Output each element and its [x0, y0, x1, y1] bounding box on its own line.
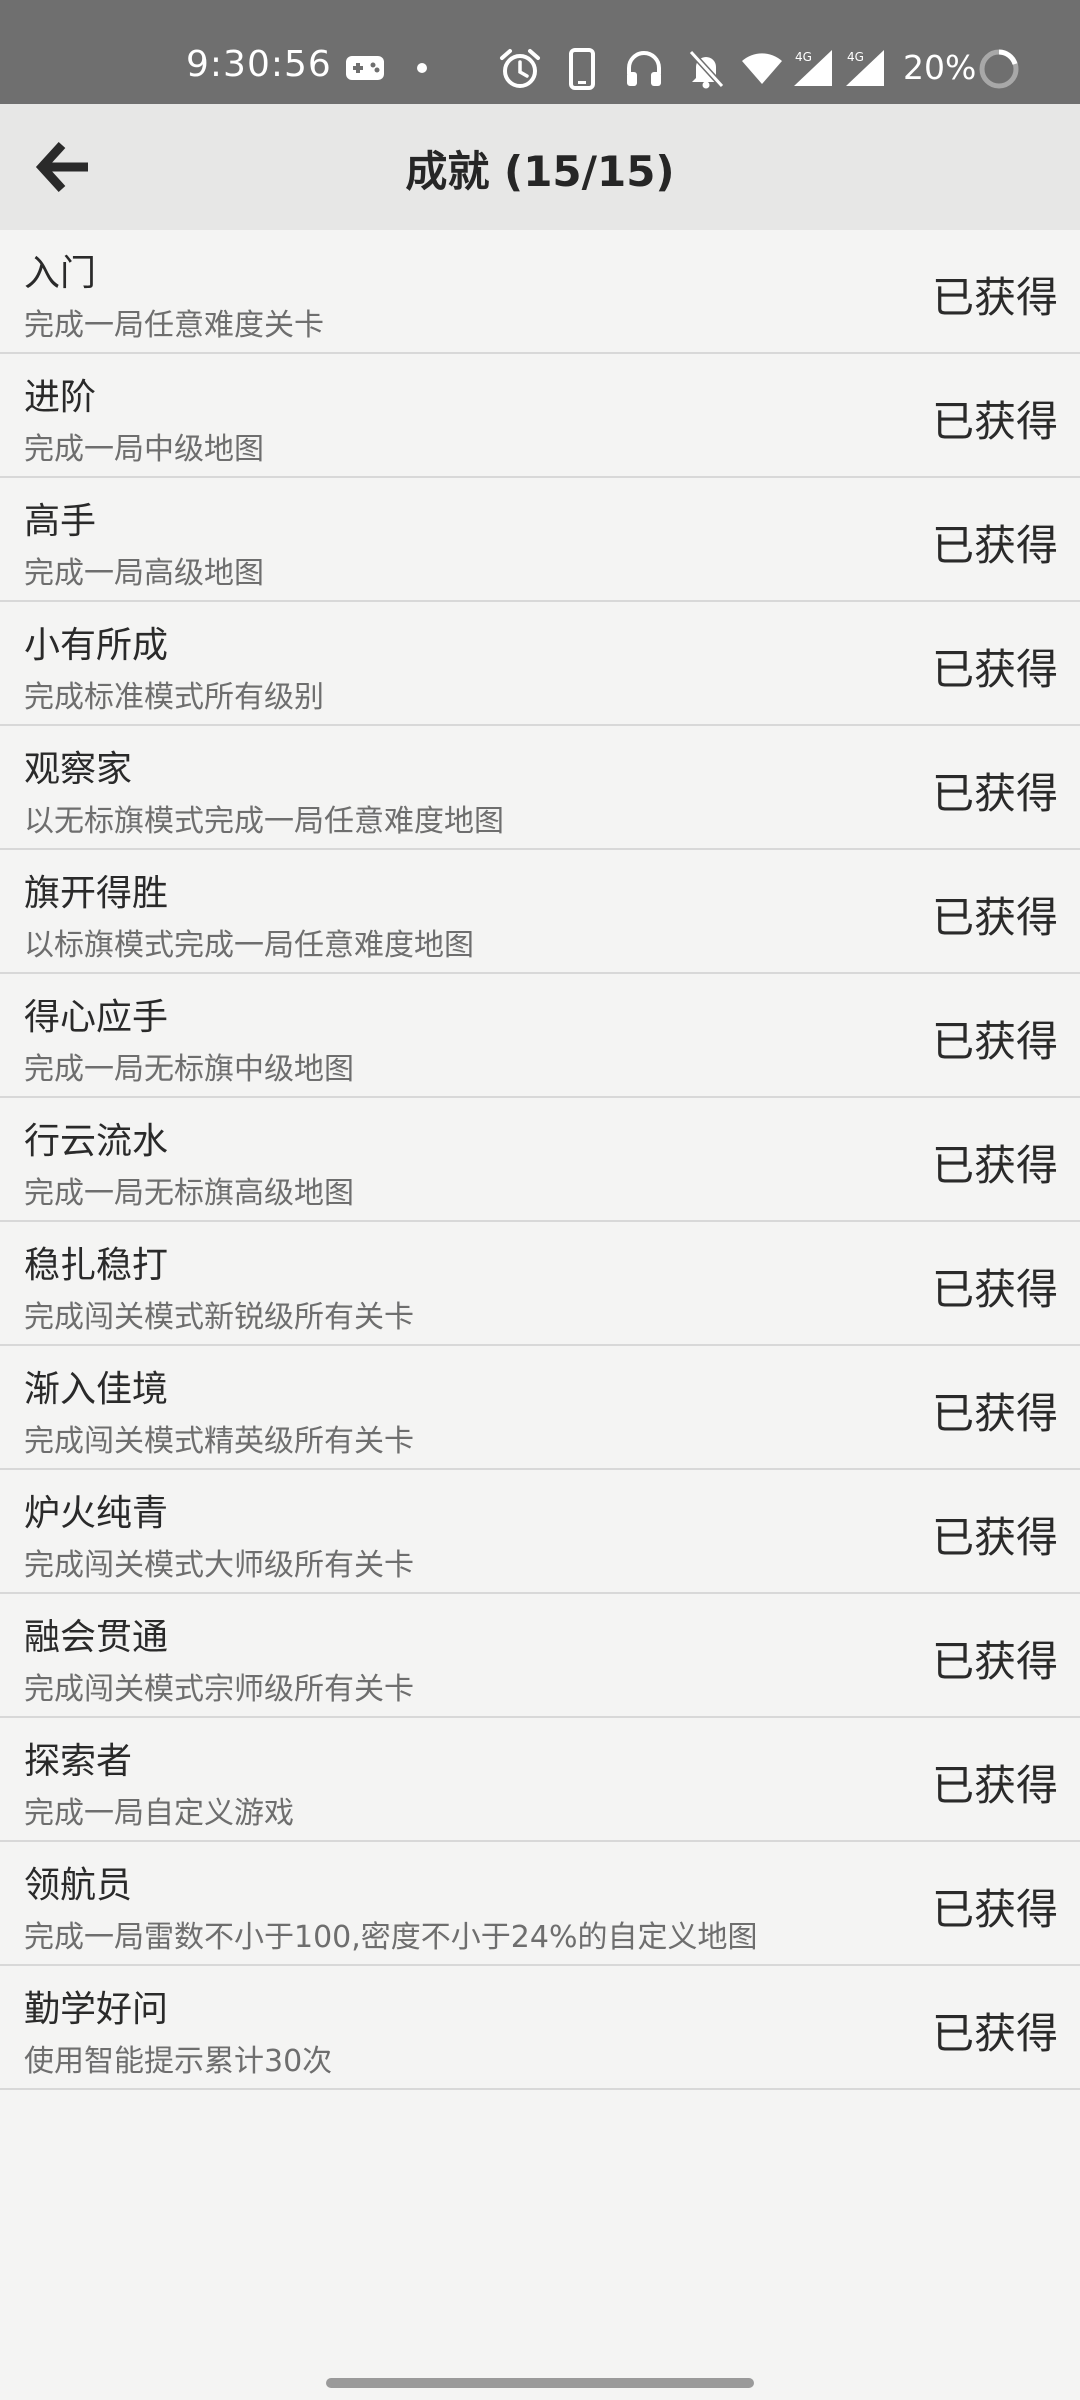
status-time: 9:30:56 — [186, 44, 332, 85]
signal-icon: 4G — [794, 50, 832, 86]
app-bar: 成就 (15/15) — [0, 104, 1080, 230]
dot-icon — [417, 63, 427, 73]
achievement-description: 完成一局高级地图 — [24, 556, 264, 591]
achievement-status: 已获得 — [931, 1637, 1058, 1686]
navigation-bar — [0, 2354, 1080, 2400]
signal-icon: 4G — [846, 50, 884, 86]
achievement-name: 进阶 — [24, 377, 97, 418]
achievement-row[interactable]: 融会贯通完成闯关模式宗师级所有关卡 已获得 — [0, 1594, 1080, 1718]
achievement-status: 已获得 — [931, 1017, 1058, 1066]
achievement-description: 完成闯关模式大师级所有关卡 — [24, 1548, 414, 1583]
achievement-name: 渐入佳境 — [24, 1369, 169, 1410]
achievement-row[interactable]: 旗开得胜以标旗模式完成一局任意难度地图 已获得 — [0, 850, 1080, 974]
gamepad-icon — [346, 56, 384, 80]
achievement-row[interactable]: 勤学好问使用智能提示累计30次 已获得 — [0, 1966, 1080, 2090]
page-title: 成就 (15/15) — [405, 147, 675, 196]
achievement-row[interactable]: 行云流水完成一局无标旗高级地图 已获得 — [0, 1098, 1080, 1222]
battery-percent: 20% — [903, 48, 977, 87]
achievement-row[interactable]: 渐入佳境完成闯关模式精英级所有关卡 已获得 — [0, 1346, 1080, 1470]
achievement-row[interactable]: 探索者完成一局自定义游戏 已获得 — [0, 1718, 1080, 1842]
achievement-status: 已获得 — [931, 645, 1058, 694]
achievement-name: 旗开得胜 — [24, 873, 169, 914]
achievement-description: 以标旗模式完成一局任意难度地图 — [24, 928, 474, 963]
achievement-description: 完成一局任意难度关卡 — [24, 308, 324, 343]
achievement-status: 已获得 — [931, 769, 1058, 818]
achievement-description: 完成一局无标旗中级地图 — [24, 1052, 354, 1087]
network-label: 4G — [795, 50, 812, 64]
achievement-name: 行云流水 — [24, 1121, 169, 1162]
achievement-description: 完成闯关模式精英级所有关卡 — [24, 1424, 414, 1459]
achievement-row[interactable]: 得心应手完成一局无标旗中级地图 已获得 — [0, 974, 1080, 1098]
achievement-name: 融会贯通 — [24, 1617, 169, 1658]
achievement-description: 以无标旗模式完成一局任意难度地图 — [24, 804, 504, 839]
achievement-name: 高手 — [24, 501, 97, 542]
achievement-description: 使用智能提示累计30次 — [24, 2044, 333, 2079]
achievement-status: 已获得 — [931, 2009, 1058, 2058]
achievement-name: 小有所成 — [24, 625, 169, 666]
status-bar: 9:30:56 4G 4G 20% — [0, 0, 1080, 104]
achievement-description: 完成一局中级地图 — [24, 432, 264, 467]
achievement-description: 完成一局无标旗高级地图 — [24, 1176, 354, 1211]
achievement-status: 已获得 — [931, 1389, 1058, 1438]
achievement-status: 已获得 — [931, 893, 1058, 942]
achievement-status: 已获得 — [931, 273, 1058, 322]
achievement-name: 得心应手 — [24, 997, 169, 1038]
achievement-status: 已获得 — [931, 1761, 1058, 1810]
achievement-row[interactable]: 领航员完成一局雷数不小于100,密度不小于24%的自定义地图 已获得 — [0, 1842, 1080, 1966]
achievement-row[interactable]: 高手完成一局高级地图 已获得 — [0, 478, 1080, 602]
achievement-name: 探索者 — [24, 1741, 133, 1782]
wifi-icon — [742, 53, 782, 84]
achievement-row[interactable]: 稳扎稳打完成闯关模式新锐级所有关卡 已获得 — [0, 1222, 1080, 1346]
achievement-status: 已获得 — [931, 1265, 1058, 1314]
gesture-handle[interactable] — [326, 2378, 754, 2388]
network-label: 4G — [847, 50, 864, 64]
achievement-row[interactable]: 入门完成一局任意难度关卡 已获得 — [0, 230, 1080, 354]
bell-off-icon — [688, 49, 725, 89]
achievement-name: 领航员 — [24, 1865, 133, 1906]
achievement-status: 已获得 — [931, 1141, 1058, 1190]
achievement-status: 已获得 — [931, 1885, 1058, 1934]
achievement-description: 完成一局雷数不小于100,密度不小于24%的自定义地图 — [24, 1920, 758, 1955]
battery-ring-icon — [979, 49, 1019, 89]
achievement-description: 完成标准模式所有级别 — [24, 680, 324, 715]
achievement-list: 入门 完成一局任意难度关卡 已获得 进阶 完成一局中级地图 已获得 高手 完成一局高级地图 已获… — [0, 230, 1080, 2090]
achievement-status: 已获得 — [931, 1513, 1058, 1562]
achievement-status: 已获得 — [931, 521, 1058, 570]
achievement-description: 完成一局自定义游戏 — [24, 1796, 294, 1831]
achievement-name: 勤学好问 — [24, 1989, 169, 2030]
achievement-name: 入门 — [24, 253, 97, 294]
achievement-row[interactable]: 进阶完成一局中级地图 已获得 — [0, 354, 1080, 478]
phone-icon — [569, 48, 595, 90]
achievement-row[interactable]: 炉火纯青完成闯关模式大师级所有关卡 已获得 — [0, 1470, 1080, 1594]
headset-icon — [627, 51, 661, 86]
achievement-row[interactable]: 观察家以无标旗模式完成一局任意难度地图 已获得 — [0, 726, 1080, 850]
achievement-description: 完成闯关模式宗师级所有关卡 — [24, 1672, 414, 1707]
achievement-row[interactable]: 小有所成完成标准模式所有级别 已获得 — [0, 602, 1080, 726]
achievement-name: 观察家 — [24, 749, 133, 790]
achievement-description: 完成闯关模式新锐级所有关卡 — [24, 1300, 414, 1335]
achievement-name: 炉火纯青 — [24, 1493, 169, 1534]
achievement-name: 稳扎稳打 — [24, 1245, 169, 1286]
alarm-icon — [500, 49, 540, 88]
achievement-status: 已获得 — [931, 397, 1058, 446]
